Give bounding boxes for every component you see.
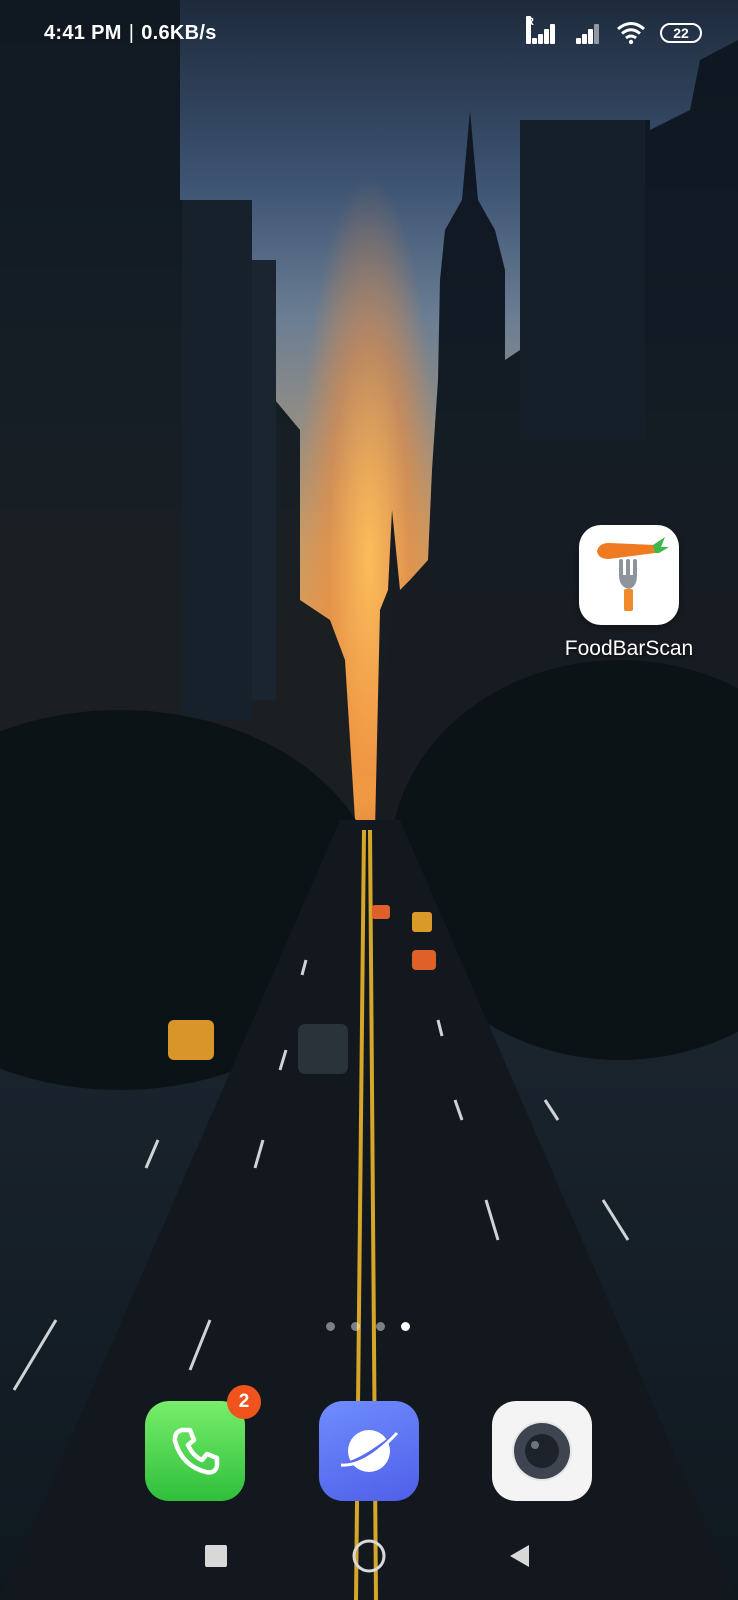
square-icon [205,1545,227,1567]
wallpaper [0,0,738,1600]
roaming-indicator: R [526,16,534,44]
app-foodbarscan[interactable]: FoodBarScan [558,525,700,661]
page-dot-active[interactable] [401,1322,410,1331]
page-dot[interactable] [326,1322,335,1331]
battery-icon: 22 [660,23,702,43]
home-button[interactable] [347,1534,391,1578]
status-right: R 22 [526,16,702,45]
camera-app[interactable] [492,1401,592,1501]
battery-level: 22 [673,25,689,41]
browser-icon [340,1430,399,1472]
back-button[interactable] [498,1534,542,1578]
clock: 4:41 PM [44,21,122,44]
status-left: 4:41 PM | 0.6KB/s [44,22,217,45]
app-label: FoodBarScan [564,637,694,660]
fork-carrot-icon [597,537,669,611]
browser-app[interactable] [319,1401,419,1501]
wifi-icon [617,22,645,45]
camera-icon [512,1421,572,1481]
status-bar: 4:41 PM | 0.6KB/s R 22 [0,0,738,66]
page-dot[interactable] [351,1322,360,1331]
home-circle-icon [352,1539,386,1573]
signal-icon [572,22,602,44]
navigation-bar [0,1520,738,1590]
signal-icon: R [526,16,558,44]
city-street-wallpaper [0,0,738,1600]
app-tile[interactable] [579,525,679,625]
phone-app[interactable]: 2 [145,1385,261,1501]
page-dot[interactable] [376,1322,385,1331]
phone-icon [172,1427,220,1475]
status-separator: | [128,21,135,44]
page-indicator [326,1322,410,1331]
notification-badge: 2 [227,1385,261,1419]
back-triangle-icon [510,1545,529,1567]
network-speed: 0.6KB/s [141,21,217,44]
recent-apps-button[interactable] [194,1534,238,1578]
